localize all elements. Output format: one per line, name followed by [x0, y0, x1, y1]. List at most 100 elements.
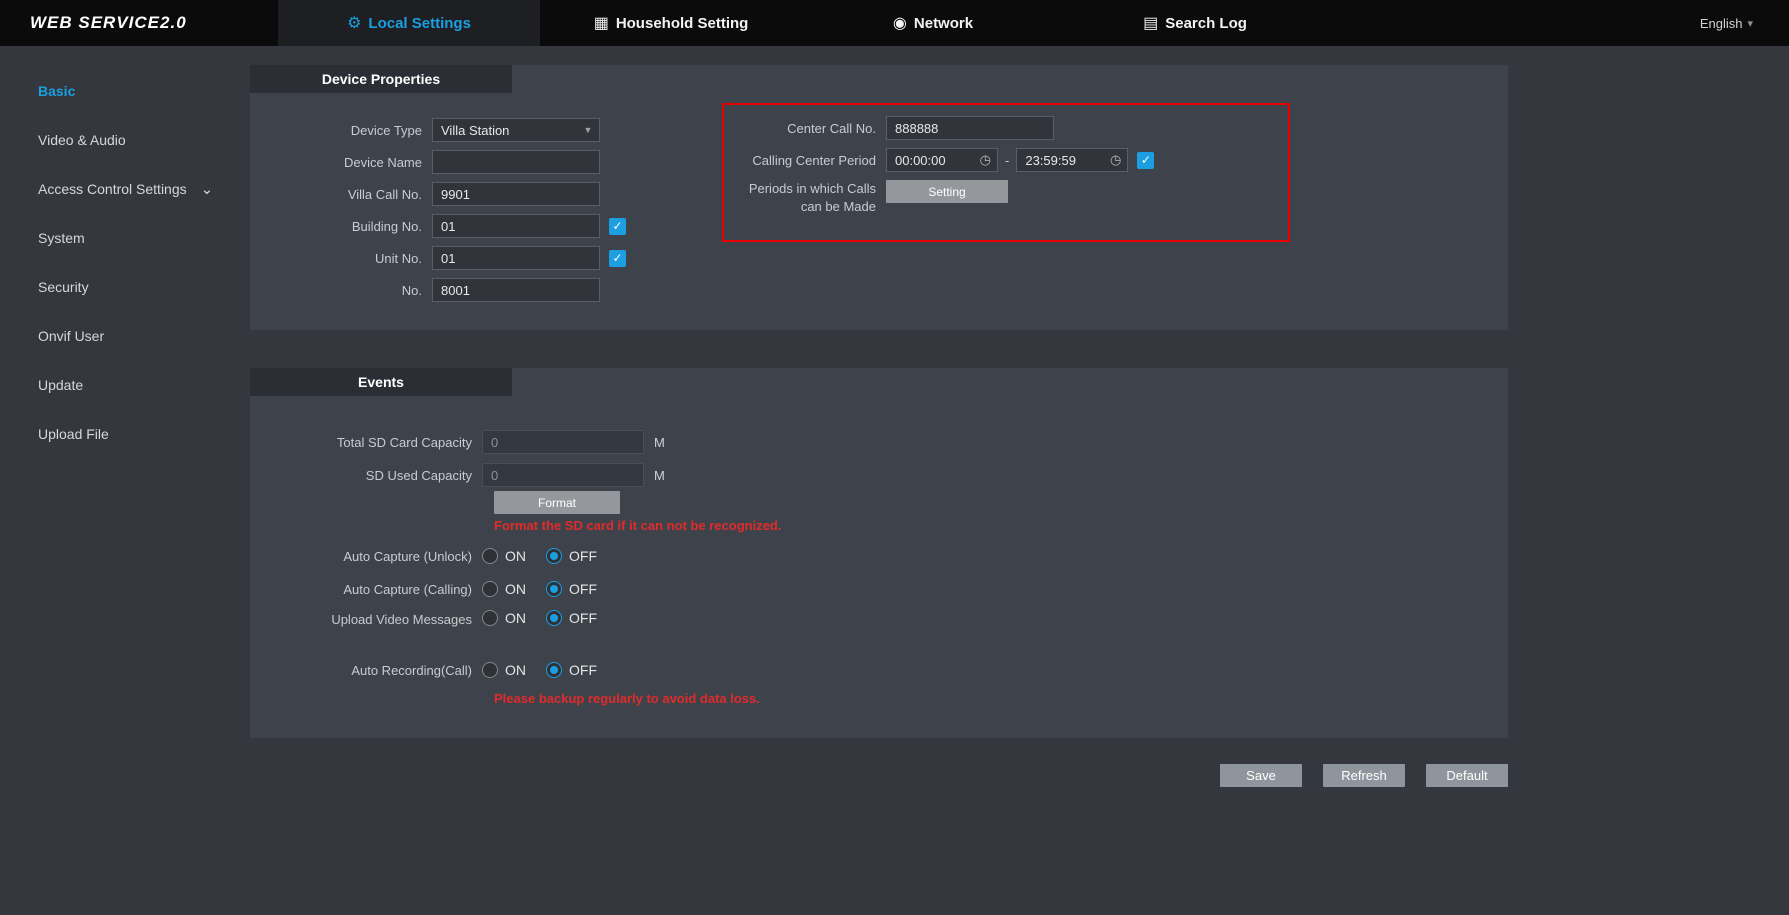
- panel-title: Events: [250, 368, 512, 396]
- auto-recording-call-label: Auto Recording(Call): [262, 663, 472, 678]
- no-input[interactable]: [432, 278, 600, 302]
- unit-no-input[interactable]: [432, 246, 600, 270]
- device-name-label: Device Name: [262, 155, 422, 170]
- format-button[interactable]: Format: [494, 491, 620, 514]
- footer-actions: Save Refresh Default: [250, 764, 1508, 787]
- sidebar-item-access-control-settings[interactable]: Access Control Settings ⌄: [0, 164, 250, 213]
- center-call-no-input[interactable]: [886, 116, 1054, 140]
- calling-center-period-label: Calling Center Period: [728, 153, 876, 168]
- sidebar-item-basic[interactable]: Basic: [0, 66, 250, 115]
- tab-search-log[interactable]: ▤ Search Log: [1064, 0, 1326, 46]
- periods-setting-label: Periods in which Calls can be Made: [728, 180, 876, 216]
- radio-off[interactable]: [546, 581, 562, 597]
- radio-on[interactable]: [482, 610, 498, 626]
- backup-warning-text: Please backup regularly to avoid data lo…: [494, 691, 782, 707]
- top-nav: WEB SERVICE2.0 ⚙ Local Settings ▦ Househ…: [0, 0, 1789, 46]
- sidebar-item-onvif-user[interactable]: Onvif User: [0, 311, 250, 360]
- total-sd-input: [482, 430, 644, 454]
- auto-recording-call-radio-group: ON OFF: [482, 662, 597, 678]
- radio-off[interactable]: [546, 548, 562, 564]
- device-type-value: Villa Station: [433, 123, 577, 138]
- tab-label: Network: [914, 15, 973, 32]
- save-button[interactable]: Save: [1220, 764, 1302, 787]
- events-form: Total SD Card Capacity M SD Used Capacit…: [262, 430, 782, 717]
- refresh-button[interactable]: Refresh: [1323, 764, 1405, 787]
- off-label: OFF: [569, 581, 597, 597]
- sd-used-input: [482, 463, 644, 487]
- clock-icon: ◷: [980, 152, 997, 168]
- period-checkbox[interactable]: ✓: [1137, 152, 1154, 169]
- sidebar-item-label: Access Control Settings: [38, 181, 187, 197]
- sidebar-item-security[interactable]: Security: [0, 262, 250, 311]
- sidebar-item-system[interactable]: System: [0, 213, 250, 262]
- tab-label: Local Settings: [368, 15, 471, 32]
- clock-icon: ◷: [1110, 152, 1127, 168]
- radio-on[interactable]: [482, 581, 498, 597]
- format-warning-text: Format the SD card if it can not be reco…: [494, 518, 782, 534]
- sidebar-item-label: Basic: [38, 83, 75, 99]
- period-end-input[interactable]: 23:59:59 ◷: [1016, 148, 1128, 172]
- center-call-no-label: Center Call No.: [728, 121, 876, 136]
- default-button[interactable]: Default: [1426, 764, 1508, 787]
- chevron-down-icon: ▾: [1747, 17, 1753, 30]
- off-label: OFF: [569, 662, 597, 678]
- device-type-label: Device Type: [262, 123, 422, 138]
- sidebar-item-video-audio[interactable]: Video & Audio: [0, 115, 250, 164]
- language-selector[interactable]: English ▾: [1700, 0, 1753, 46]
- tab-label: Search Log: [1165, 15, 1247, 32]
- total-sd-label: Total SD Card Capacity: [262, 435, 472, 450]
- radio-off[interactable]: [546, 610, 562, 626]
- period-start-input[interactable]: 00:00:00 ◷: [886, 148, 998, 172]
- off-label: OFF: [569, 610, 597, 626]
- period-separator: -: [1005, 153, 1009, 168]
- sd-used-label: SD Used Capacity: [262, 468, 472, 483]
- building-no-label: Building No.: [262, 219, 422, 234]
- radio-on[interactable]: [482, 548, 498, 564]
- radio-off[interactable]: [546, 662, 562, 678]
- period-end-value: 23:59:59: [1017, 153, 1110, 168]
- villa-call-no-input[interactable]: [432, 182, 600, 206]
- no-label: No.: [262, 283, 422, 298]
- events-panel: Events Total SD Card Capacity M SD Used …: [250, 368, 1508, 738]
- sidebar: Basic Video & Audio Access Control Setti…: [0, 46, 250, 915]
- total-sd-unit: M: [654, 435, 665, 450]
- upload-video-messages-radio-group: ON OFF: [482, 610, 597, 626]
- device-properties-panel: Device Properties Device Type Villa Stat…: [250, 65, 1508, 330]
- building-no-input[interactable]: [432, 214, 600, 238]
- device-properties-form: Device Type Villa Station ▼ Device Name …: [262, 118, 626, 310]
- upload-video-messages-label: Upload Video Messages: [262, 610, 472, 629]
- dropdown-arrow-icon: ▼: [577, 125, 599, 135]
- sidebar-item-label: Security: [38, 279, 89, 295]
- log-icon: ▤: [1143, 13, 1158, 33]
- tab-network[interactable]: ◉ Network: [802, 0, 1064, 46]
- device-name-input[interactable]: [432, 150, 600, 174]
- tab-local-settings[interactable]: ⚙ Local Settings: [278, 0, 540, 46]
- sidebar-item-label: Onvif User: [38, 328, 104, 344]
- sidebar-item-label: Update: [38, 377, 83, 393]
- sidebar-item-label: Upload File: [38, 426, 109, 442]
- auto-capture-calling-label: Auto Capture (Calling): [262, 582, 472, 597]
- auto-capture-calling-radio-group: ON OFF: [482, 581, 597, 597]
- sidebar-item-upload-file[interactable]: Upload File: [0, 409, 250, 458]
- radio-on[interactable]: [482, 662, 498, 678]
- on-label: ON: [505, 548, 526, 564]
- villa-call-no-label: Villa Call No.: [262, 187, 422, 202]
- auto-capture-unlock-radio-group: ON OFF: [482, 548, 597, 564]
- sidebar-item-update[interactable]: Update: [0, 360, 250, 409]
- sd-used-unit: M: [654, 468, 665, 483]
- building-icon: ▦: [594, 13, 609, 33]
- gear-icon: ⚙: [347, 13, 361, 33]
- app-logo: WEB SERVICE2.0: [0, 0, 278, 46]
- tab-household-setting[interactable]: ▦ Household Setting: [540, 0, 802, 46]
- language-label: English: [1700, 16, 1743, 31]
- chevron-down-icon: ⌄: [201, 180, 214, 198]
- on-label: ON: [505, 662, 526, 678]
- period-start-value: 00:00:00: [887, 153, 980, 168]
- center-call-highlight-group: Center Call No. Calling Center Period 00…: [722, 103, 1290, 242]
- tab-label: Household Setting: [616, 15, 749, 32]
- setting-button[interactable]: Setting: [886, 180, 1008, 203]
- panel-title: Device Properties: [250, 65, 512, 93]
- building-no-checkbox[interactable]: ✓: [609, 218, 626, 235]
- unit-no-checkbox[interactable]: ✓: [609, 250, 626, 267]
- device-type-select[interactable]: Villa Station ▼: [432, 118, 600, 142]
